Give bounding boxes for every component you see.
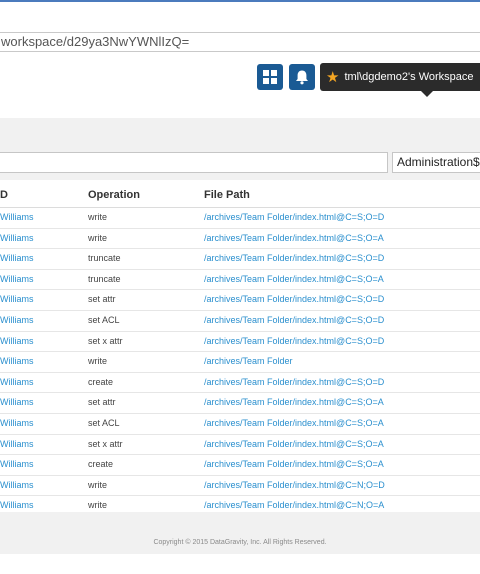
operation-cell: set attr <box>88 294 116 305</box>
bell-icon <box>296 70 308 84</box>
operation-cell: write <box>88 232 108 243</box>
user-link[interactable]: Williams <box>0 476 34 496</box>
operation-cell: set x attr <box>88 438 123 449</box>
user-link[interactable]: Williams <box>0 496 34 512</box>
address-bar[interactable]: workspace/d29ya3NwYWNlIzQ= <box>0 32 480 52</box>
table-row[interactable]: Williams write/archives/Team Folder/index… <box>0 229 480 250</box>
file-path-link[interactable]: /archives/Team Folder/index.html@C=S;O=D <box>204 311 384 331</box>
file-path-link[interactable]: /archives/Team Folder/index.html@C=N;O=A <box>204 496 384 512</box>
activity-table-body: Williams write/archives/Team Folder/index… <box>0 208 480 512</box>
workspace-label: tml\dgdemo2's Workspace <box>344 71 474 83</box>
footer: Copyright © 2015 DataGravity, Inc. All R… <box>0 512 480 554</box>
operation-cell: create <box>88 376 114 387</box>
table-row[interactable]: Williams set attr/archives/Team Folder/in… <box>0 393 480 414</box>
operation-cell: create <box>88 459 114 470</box>
table-row[interactable]: Williams write/archives/Team Folder <box>0 352 480 373</box>
browser-toolbar: workspace/d29ya3NwYWNlIzQ= <box>0 0 480 59</box>
file-path-link[interactable]: /archives/Team Folder/index.html@C=S;O=A <box>204 393 384 413</box>
share-select[interactable]: Administration$ <box>392 152 480 173</box>
file-path-link[interactable]: /archives/Team Folder/index.html@C=N;O=D <box>204 476 385 496</box>
operation-cell: set ACL <box>88 417 120 428</box>
user-link[interactable]: Williams <box>0 332 34 352</box>
file-path-link[interactable]: /archives/Team Folder/index.html@C=S;O=A <box>204 229 384 249</box>
operation-cell: truncate <box>88 273 121 284</box>
table-row[interactable]: Williams write/archives/Team Folder/index… <box>0 496 480 512</box>
operation-cell: write <box>88 500 108 511</box>
table-row[interactable]: Williams set attr/archives/Team Folder/in… <box>0 290 480 311</box>
app-header: ★ tml\dgdemo2's Workspace <box>0 58 480 118</box>
copyright-text: Copyright © 2015 DataGravity, Inc. All R… <box>153 539 327 546</box>
user-link[interactable]: Williams <box>0 249 34 269</box>
table-row[interactable]: Williams write/archives/Team Folder/index… <box>0 208 480 229</box>
star-icon: ★ <box>326 68 340 86</box>
user-link[interactable]: Williams <box>0 311 34 331</box>
column-header-operation[interactable]: Operation <box>88 189 140 201</box>
file-path-link[interactable]: /archives/Team Folder/index.html@C=S;O=A <box>204 435 384 455</box>
table-row[interactable]: Williams set x attr/archives/Team Folder/… <box>0 332 480 353</box>
user-link[interactable]: Williams <box>0 229 34 249</box>
table-row[interactable]: Williams truncate/archives/Team Folder/in… <box>0 270 480 291</box>
table-header: D Operation File Path <box>0 183 480 208</box>
table-row[interactable]: Williams create/archives/Team Folder/inde… <box>0 455 480 476</box>
file-path-link[interactable]: /archives/Team Folder/index.html@C=S;O=D <box>204 208 384 228</box>
file-path-link[interactable]: /archives/Team Folder/index.html@C=S;O=D <box>204 290 384 310</box>
browser-top-border <box>0 0 480 2</box>
table-row[interactable]: Williams set ACL/archives/Team Folder/ind… <box>0 414 480 435</box>
user-link[interactable]: Williams <box>0 290 34 310</box>
user-link[interactable]: Williams <box>0 208 34 228</box>
user-link[interactable]: Williams <box>0 373 34 393</box>
file-path-link[interactable]: /archives/Team Folder/index.html@C=S;O=D <box>204 249 384 269</box>
file-path-link[interactable]: /archives/Team Folder/index.html@C=S;O=A <box>204 455 384 475</box>
user-link[interactable]: Williams <box>0 352 34 372</box>
column-header-user[interactable]: D <box>0 189 8 201</box>
table-row[interactable]: Williams write/archives/Team Folder/index… <box>0 476 480 497</box>
file-path-link[interactable]: /archives/Team Folder/index.html@C=S;O=D <box>204 373 384 393</box>
file-path-link[interactable]: /archives/Team Folder/index.html@C=S;O=A <box>204 270 384 290</box>
table-row[interactable]: Williams set ACL/archives/Team Folder/ind… <box>0 311 480 332</box>
user-link[interactable]: Williams <box>0 455 34 475</box>
user-link[interactable]: Williams <box>0 435 34 455</box>
workspace-caret <box>421 91 433 97</box>
table-row[interactable]: Williams create/archives/Team Folder/inde… <box>0 373 480 394</box>
file-path-link[interactable]: /archives/Team Folder <box>204 352 293 372</box>
search-input[interactable] <box>0 152 388 173</box>
operation-cell: truncate <box>88 253 121 264</box>
file-path-link[interactable]: /archives/Team Folder/index.html@C=S;O=D <box>204 332 384 352</box>
notifications-button[interactable] <box>289 64 315 90</box>
table-row[interactable]: Williams set x attr/archives/Team Folder/… <box>0 435 480 456</box>
workspace-menu[interactable]: ★ tml\dgdemo2's Workspace <box>320 63 480 97</box>
operation-cell: set attr <box>88 397 116 408</box>
user-link[interactable]: Williams <box>0 414 34 434</box>
file-path-link[interactable]: /archives/Team Folder/index.html@C=S;O=A <box>204 414 384 434</box>
operation-cell: set ACL <box>88 314 120 325</box>
grid-icon <box>263 70 277 84</box>
operation-cell: write <box>88 356 108 367</box>
dashboard-button[interactable] <box>257 64 283 90</box>
user-link[interactable]: Williams <box>0 393 34 413</box>
table-row[interactable]: Williams truncate/archives/Team Folder/in… <box>0 249 480 270</box>
user-link[interactable]: Williams <box>0 270 34 290</box>
operation-cell: write <box>88 479 108 490</box>
column-header-file-path[interactable]: File Path <box>204 189 250 201</box>
operation-cell: write <box>88 212 108 222</box>
operation-cell: set x attr <box>88 335 123 346</box>
